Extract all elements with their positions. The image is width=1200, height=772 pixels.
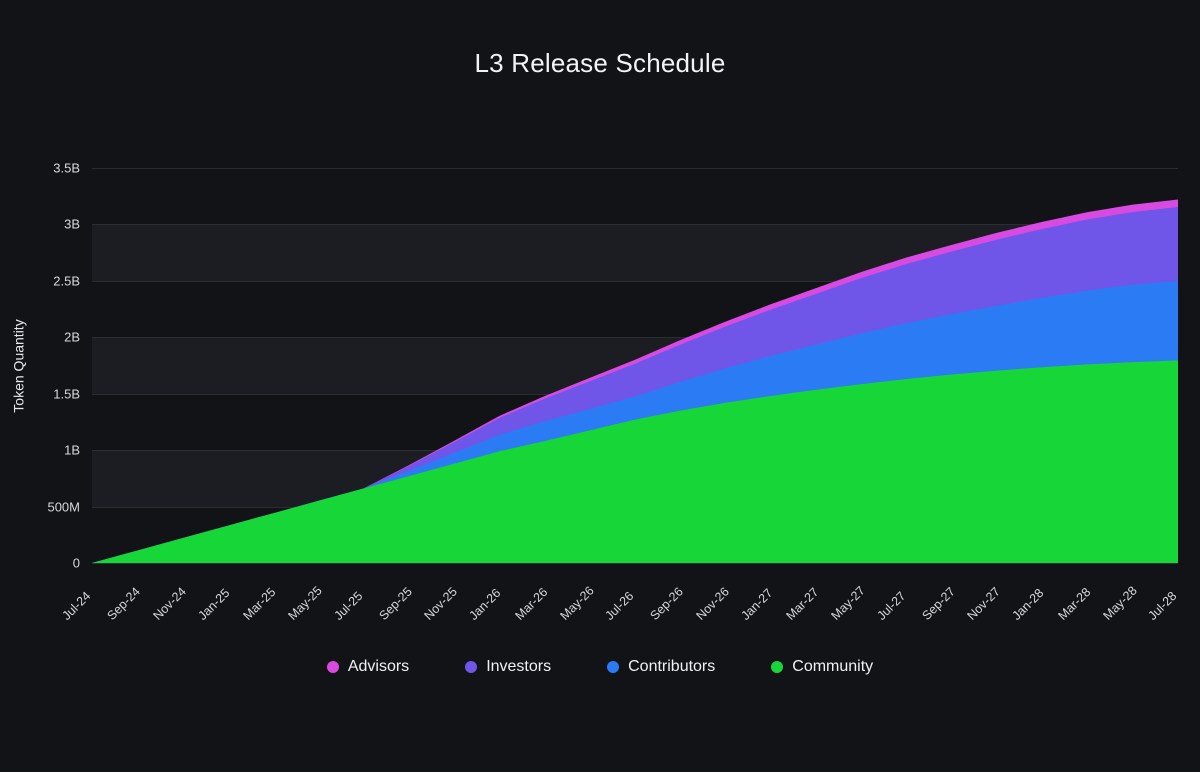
y-axis-tick-label: 2B [64, 329, 80, 345]
x-axis-tick-label: Jan-28 [1009, 585, 1047, 623]
legend-swatch-icon [326, 661, 339, 673]
chart-container: L3 Release Schedule Token Quantity 0 500M… [0, 0, 1200, 772]
x-axis-tick-label: Jul-27 [873, 588, 908, 623]
y-axis: 0 500M 1B 1.5B 2B 2.5B 3B 3.5B [0, 161, 92, 571]
x-axis-tick-label: May-27 [828, 583, 869, 623]
x-axis-tick-label: Nov-24 [149, 584, 189, 623]
y-axis-tick-label: 3B [64, 216, 80, 232]
legend-item-advisors[interactable]: Advisors [326, 658, 410, 676]
x-axis-tick-label: Jan-27 [738, 585, 776, 623]
x-axis-tick-label: Jul-28 [1145, 588, 1180, 623]
x-axis-tick-label: Nov-25 [421, 584, 460, 623]
legend-swatch-icon [465, 661, 478, 673]
x-axis-tick-label: Sep-27 [919, 584, 958, 623]
y-axis-tick-label: 500M [47, 499, 80, 515]
x-axis-tick-label: Jan-25 [195, 585, 233, 623]
legend-item-label: Community [792, 658, 874, 675]
legend-item-community[interactable]: Community [771, 658, 873, 676]
x-axis-tick-label: Mar-27 [783, 585, 822, 623]
y-axis-tick-label: 0 [72, 555, 80, 571]
series-layer [92, 168, 1178, 563]
legend-item-label: Investors [486, 658, 552, 675]
x-axis-tick-label: Nov-26 [692, 584, 732, 623]
x-axis-tick-label: Jan-26 [466, 585, 504, 623]
stacked-area-svg [92, 199, 1178, 563]
y-axis-tick-label: 3.5B [53, 160, 80, 176]
legend-item-label: Advisors [347, 658, 410, 675]
x-axis-tick-label: May-25 [285, 583, 326, 623]
legend-item-label: Contributors [628, 658, 716, 675]
x-axis-tick-label: Mar-28 [1054, 585, 1093, 623]
legend-item-investors[interactable]: Investors [465, 658, 551, 676]
chart-title: L3 Release Schedule [474, 48, 726, 78]
plot-area [92, 168, 1178, 564]
x-axis-tick-label: Jul-26 [602, 588, 637, 623]
x-axis-tick-label: May-28 [1100, 583, 1140, 623]
y-axis-tick-label: 2.5B [53, 273, 80, 289]
x-axis-tick-label: Sep-26 [647, 584, 687, 623]
legend-swatch-icon [607, 661, 620, 673]
x-axis-tick-label: Jul-24 [59, 588, 94, 623]
x-axis: Jul-24 Sep-24 Nov-24 Jan-25 Mar-25 May-25 Jul-… [59, 566, 1180, 646]
x-axis-tick-label: Sep-24 [104, 584, 144, 623]
y-axis-tick-label: 1B [64, 442, 80, 458]
legend-swatch-icon [771, 661, 784, 673]
x-axis-tick-label: Nov-27 [964, 584, 1003, 623]
y-axis-tick-label: 1.5B [53, 386, 80, 402]
legend-item-contributors[interactable]: Contributors [607, 658, 715, 676]
x-axis-tick-label: Mar-25 [240, 585, 279, 623]
x-axis-tick-label: Mar-26 [511, 585, 550, 623]
x-axis-tick-label: Sep-25 [376, 584, 415, 623]
gridline [92, 563, 1178, 564]
chart-legend: Advisors Investors Contributors Community [0, 658, 1200, 676]
x-axis-tick-label: Jul-25 [330, 588, 365, 623]
x-axis-tick-label: May-26 [557, 583, 597, 623]
